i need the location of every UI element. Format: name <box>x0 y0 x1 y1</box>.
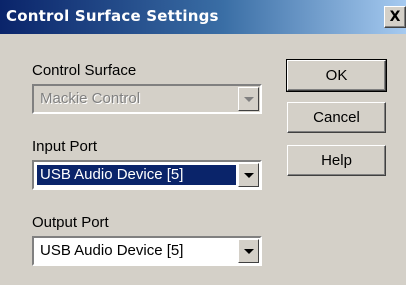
close-button[interactable]: X <box>384 6 406 28</box>
control-surface-dropdown-button <box>238 87 259 111</box>
input-port-value: USB Audio Device [5] <box>37 165 236 185</box>
output-port-value: USB Audio Device [5] <box>40 242 184 259</box>
chevron-down-icon <box>244 97 254 102</box>
control-surface-label: Control Surface <box>32 62 137 79</box>
help-button[interactable]: Help <box>287 145 386 176</box>
ok-button[interactable]: OK <box>286 59 387 92</box>
chevron-down-icon <box>244 173 254 178</box>
chevron-down-icon <box>244 249 254 254</box>
input-port-dropdown-button[interactable] <box>238 163 259 187</box>
close-icon: X <box>389 9 401 25</box>
output-port-dropdown-button[interactable] <box>238 239 259 263</box>
output-port-label: Output Port <box>32 214 109 231</box>
input-port-dropdown[interactable]: USB Audio Device [5] <box>32 160 262 190</box>
control-surface-value: Mackie Control <box>40 90 141 107</box>
input-port-label: Input Port <box>32 138 98 155</box>
output-port-dropdown[interactable]: USB Audio Device [5] <box>32 236 262 266</box>
window-title: Control Surface Settings <box>6 7 219 25</box>
control-surface-dropdown: Mackie Control <box>32 84 262 114</box>
title-bar: Control Surface Settings X <box>0 0 406 34</box>
cancel-button[interactable]: Cancel <box>287 102 386 133</box>
